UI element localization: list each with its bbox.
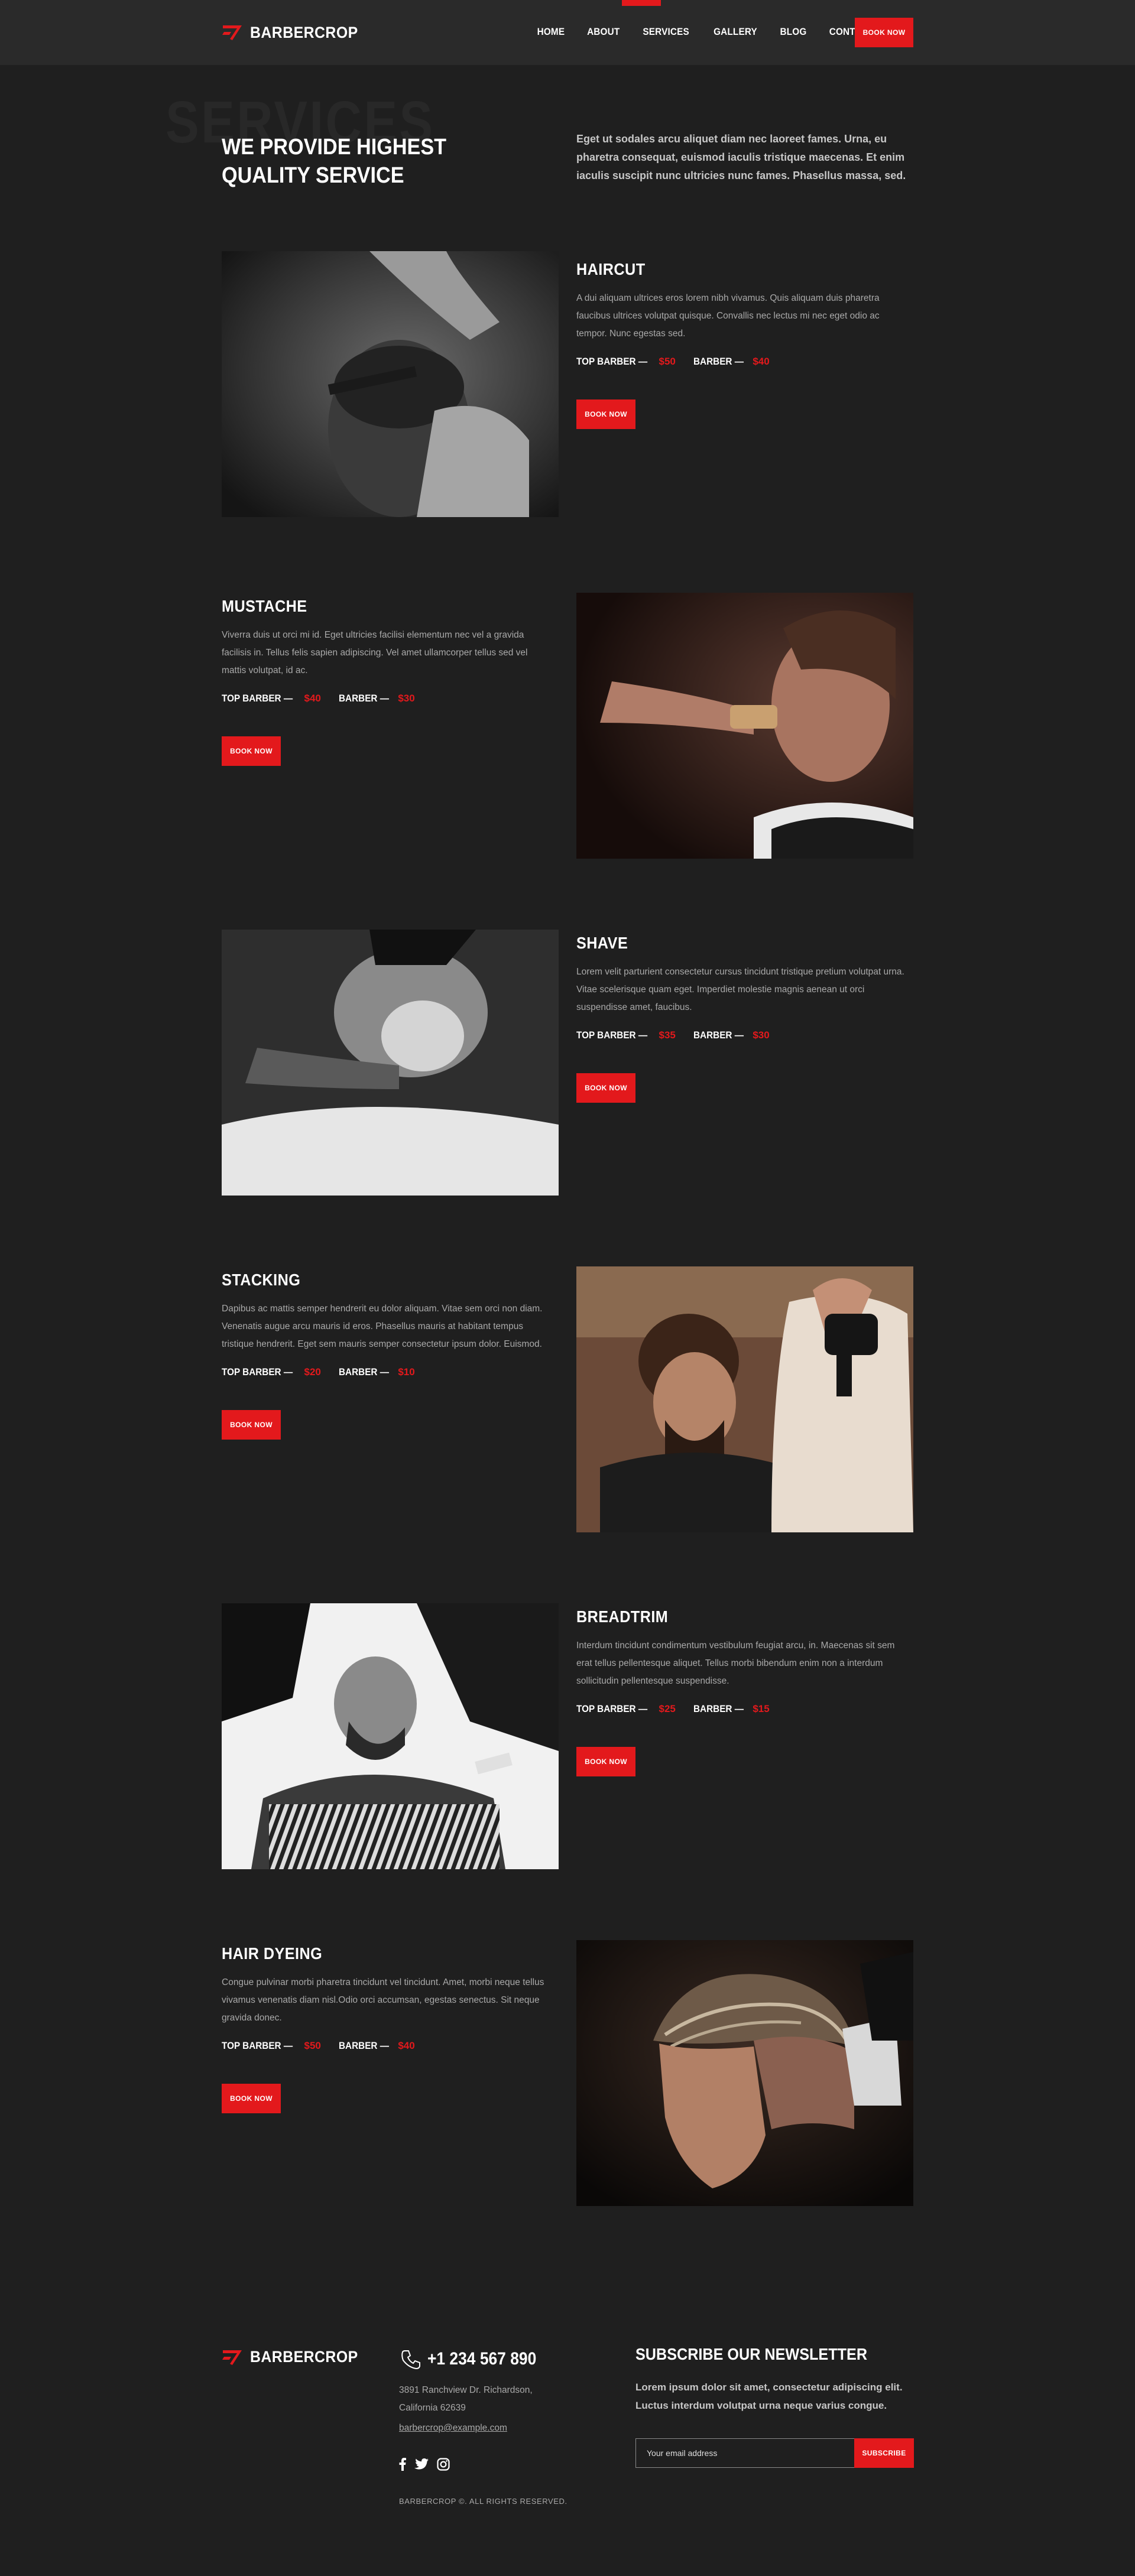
service-mustache: MUSTACHE Viverra duis ut orci mi id. Ege… (222, 597, 559, 766)
intro-text: Eget ut sodales arcu aliquet diam nec la… (576, 133, 906, 181)
service-prices: TOP BARBER — $35 BARBER — $30 (576, 1029, 913, 1041)
phone-number: +1 234 567 890 (427, 2349, 537, 2369)
service-description: A dui aliquam ultrices eros lorem nibh v… (576, 293, 880, 339)
instagram-icon[interactable] (437, 2458, 450, 2471)
price-barber: BARBER — $40 (693, 356, 770, 367)
beardtrim-photo (222, 1603, 559, 1869)
newsletter-email-input[interactable] (635, 2438, 854, 2468)
price-barber: BARBER — $30 (338, 693, 415, 704)
book-now-button[interactable]: BOOK NOW (576, 399, 635, 429)
service-shave: SHAVE Lorem velit parturient consectetur… (576, 934, 913, 1103)
twitter-icon[interactable] (414, 2458, 429, 2470)
header-logo[interactable]: BARBERCROP (222, 22, 368, 43)
price-top-barber: TOP BARBER — $20 (222, 1366, 321, 1378)
brand-logo-icon (222, 2350, 242, 2365)
service-hair-dyeing: HAIR DYEING Congue pulvinar morbi pharet… (222, 1944, 559, 2113)
service-prices: TOP BARBER — $20 BARBER — $10 (222, 1366, 559, 1378)
hairdye-photo (576, 1940, 913, 2206)
price-barber: BARBER — $40 (338, 2040, 415, 2051)
book-now-button[interactable]: BOOK NOW (576, 1747, 635, 1776)
footer-email-link[interactable]: barbercrop@example.com (399, 2423, 507, 2434)
price-barber: BARBER — $30 (693, 1029, 770, 1041)
brand-logo-icon (222, 25, 242, 40)
newsletter-text: Lorem ipsum dolor sit amet, consectetur … (635, 2382, 903, 2411)
service-title: SHAVE (576, 934, 628, 952)
shave-photo (222, 930, 559, 1196)
brand-name: BARBERCROP (250, 2348, 358, 2366)
service-haircut: HAIRCUT A dui aliquam ultrices eros lore… (576, 260, 913, 429)
haircut-photo (222, 251, 559, 517)
service-description: Lorem velit parturient consectetur cursu… (576, 967, 904, 1012)
service-description: Viverra duis ut orci mi id. Eget ultrici… (222, 630, 528, 675)
book-now-button[interactable]: BOOK NOW (222, 2084, 281, 2113)
nav-services[interactable]: SERVICES (643, 26, 690, 38)
social-links (399, 2458, 458, 2471)
stacking-photo (576, 1266, 913, 1532)
site-header: BARBERCROP HOME ABOUT SERVICES GALLERY B… (0, 0, 1135, 65)
subscribe-button[interactable]: SUBSCRIBE (854, 2438, 914, 2468)
price-barber: BARBER — $10 (338, 1366, 415, 1378)
newsletter-title: SUBSCRIBE OUR NEWSLETTER (635, 2345, 868, 2363)
service-prices: TOP BARBER — $25 BARBER — $15 (576, 1703, 913, 1715)
service-stacking: STACKING Dapibus ac mattis semper hendre… (222, 1271, 559, 1440)
footer-phone[interactable]: +1 234 567 890 (399, 2347, 551, 2371)
mustache-photo (576, 593, 913, 859)
book-now-button[interactable]: BOOK NOW (222, 736, 281, 766)
price-top-barber: TOP BARBER — $35 (576, 1029, 676, 1041)
service-description: Congue pulvinar morbi pharetra tincidunt… (222, 1977, 544, 2023)
service-prices: TOP BARBER — $40 BARBER — $30 (222, 693, 559, 704)
service-description: Interdum tincidunt condimentum vestibulu… (576, 1641, 895, 1686)
service-title: BREADTRIM (576, 1607, 669, 1626)
service-breadtrim: BREADTRIM Interdum tincidunt condimentum… (576, 1607, 913, 1776)
page-title: WE PROVIDE HIGHEST QUALITY SERVICE (222, 135, 447, 188)
nav-active-indicator (622, 0, 661, 6)
service-description: Dapibus ac mattis semper hendrerit eu do… (222, 1304, 543, 1349)
newsletter-form: SUBSCRIBE (635, 2438, 914, 2468)
nav-gallery[interactable]: GALLERY (714, 26, 757, 38)
book-now-button[interactable]: BOOK NOW (222, 1410, 281, 1440)
book-now-button[interactable]: BOOK NOW (576, 1073, 635, 1103)
service-title: HAIRCUT (576, 260, 646, 278)
price-top-barber: TOP BARBER — $50 (576, 356, 676, 367)
price-top-barber: TOP BARBER — $50 (222, 2040, 321, 2051)
nav-about[interactable]: ABOUT (587, 26, 620, 38)
service-prices: TOP BARBER — $50 BARBER — $40 (576, 356, 913, 368)
nav-home[interactable]: HOME (537, 26, 565, 38)
phone-icon (401, 2350, 420, 2370)
service-title: STACKING (222, 1271, 301, 1289)
copyright: BARBERCROP ©. ALL RIGHTS RESERVED. (399, 2497, 568, 2506)
nav-blog[interactable]: BLOG (780, 26, 806, 38)
price-barber: BARBER — $15 (693, 1703, 770, 1714)
price-top-barber: TOP BARBER — $40 (222, 693, 321, 704)
footer-logo[interactable]: BARBERCROP (222, 2348, 368, 2366)
service-prices: TOP BARBER — $50 BARBER — $40 (222, 2040, 559, 2052)
service-title: HAIR DYEING (222, 1944, 323, 1963)
main-nav: HOME ABOUT SERVICES GALLERY BLOG CONTACT… (536, 26, 901, 38)
footer-address: 3891 Ranchview Dr. Richardson, Californi… (399, 2385, 533, 2413)
service-title: MUSTACHE (222, 597, 307, 615)
header-book-now-button[interactable]: BOOK NOW (855, 18, 913, 47)
brand-name: BARBERCROP (250, 23, 358, 41)
facebook-icon[interactable] (399, 2458, 406, 2471)
price-top-barber: TOP BARBER — $25 (576, 1703, 676, 1714)
